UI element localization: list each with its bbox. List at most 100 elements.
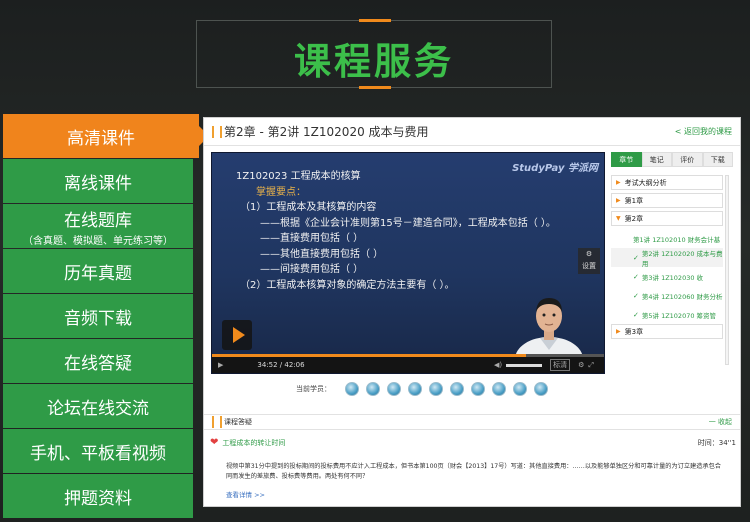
tab-chapters[interactable]: 章节 xyxy=(611,152,642,167)
sidebar-item-past-exams[interactable]: 历年真题 xyxy=(3,249,193,293)
chapter-label: 第1章 xyxy=(624,196,644,205)
section-marker xyxy=(212,416,214,428)
chapter-item[interactable]: ▼ 第2章 xyxy=(611,211,723,226)
learner-avatar[interactable] xyxy=(429,382,443,396)
lesson-item[interactable]: ✓ 第5讲 1Z102070 筹资管 xyxy=(611,305,723,324)
collapse-button[interactable]: 一 收起 xyxy=(709,417,732,427)
video-player[interactable]: StudyPay 学派网 1Z102023 工程成本的核算 掌握要点： （1）工… xyxy=(211,152,605,374)
sidebar-item-online-qa[interactable]: 在线答疑 xyxy=(3,339,193,383)
lesson-item[interactable]: ✓ 第3讲 1Z102030 收 xyxy=(611,267,723,286)
slide-line: ——间接费用包括（ ） xyxy=(260,264,364,275)
chapter-item[interactable]: ▶ 第3章 xyxy=(611,324,723,339)
slide-content: 1Z102023 工程成本的核算 掌握要点： （1）工程成本及其核算的内容 ——… xyxy=(236,169,556,293)
sidebar-item-label: 论坛在线交流 xyxy=(47,398,149,419)
chapter-item[interactable]: ▶ 第1章 xyxy=(611,193,723,208)
lesson-item[interactable]: ✓ 第4讲 1Z102060 财务分析 xyxy=(611,286,723,305)
play-icon xyxy=(232,327,245,343)
section-marker xyxy=(220,416,222,428)
qa-header: 课程答疑 一 收起 xyxy=(204,414,740,430)
sidebar-item-hd-courseware[interactable]: 高清课件 xyxy=(3,114,209,158)
progress-fill xyxy=(212,354,526,357)
learner-avatar[interactable] xyxy=(408,382,422,396)
expand-arrow-icon: ▶ xyxy=(616,197,621,204)
play-small-icon[interactable]: ▶ xyxy=(218,361,223,369)
expand-arrow-icon: ▶ xyxy=(616,328,621,335)
sidebar-item-label: 在线题库 xyxy=(64,210,132,231)
check-icon: ✓ xyxy=(633,272,639,281)
heart-icon: ❤ xyxy=(210,437,219,448)
section-marker xyxy=(220,125,222,138)
check-icon: ✓ xyxy=(633,291,639,300)
sidebar-item-label: 历年真题 xyxy=(64,263,132,284)
learner-avatar[interactable] xyxy=(450,382,464,396)
player-controls: ▶ 34:52 / 42:06 ◀) 标清 ⚙⤢ xyxy=(212,354,604,373)
learner-avatar[interactable] xyxy=(492,382,506,396)
sidebar-item-forum[interactable]: 论坛在线交流 xyxy=(3,384,193,428)
learner-avatar[interactable] xyxy=(366,382,380,396)
expand-arrow-icon: ▶ xyxy=(616,179,621,186)
chapter-label: 第3章 xyxy=(624,327,644,336)
volume-slider[interactable] xyxy=(506,363,543,367)
current-learners: 当前学员： xyxy=(296,382,548,396)
learner-avatar[interactable] xyxy=(513,382,527,396)
chapter-item[interactable]: ▶ 考试大纲分析 xyxy=(611,175,723,190)
learner-avatar[interactable] xyxy=(387,382,401,396)
sidebar-item-label: 离线课件 xyxy=(64,173,132,194)
check-icon: ✓ xyxy=(633,253,639,262)
learner-avatar[interactable] xyxy=(345,382,359,396)
lecturer-image xyxy=(515,298,583,359)
sidebar: 高清课件 离线课件 在线题库 （含真题、模拟题、单元练习等） 历年真题 音频下载… xyxy=(3,114,209,519)
settings-label: 设置 xyxy=(582,262,596,270)
time-current: 34:52 xyxy=(257,361,278,369)
lesson-item[interactable]: ✓ 第2讲 1Z102020 成本与费用 xyxy=(611,248,723,268)
qa-question-body: 视频中第31分中提到的投标期间的投标费用不应计入工程成本，但书本第100页（财会… xyxy=(226,463,721,480)
quality-selector[interactable]: 标清 xyxy=(550,359,571,371)
view-details-link[interactable]: 查看详情 >> xyxy=(226,489,265,499)
chapter-scrollbar[interactable] xyxy=(725,175,729,365)
panel-header: 第2章 - 第2讲 1Z102020 成本与费用 < 返回我的课程 xyxy=(204,118,740,146)
video-screen[interactable]: StudyPay 学派网 1Z102023 工程成本的核算 掌握要点： （1）工… xyxy=(212,153,604,359)
volume-control[interactable]: ◀) xyxy=(494,361,543,369)
sidebar-item-label: 音频下载 xyxy=(64,308,132,329)
check-icon: ✓ xyxy=(633,310,639,319)
course-panel: 第2章 - 第2讲 1Z102020 成本与费用 < 返回我的课程 StudyP… xyxy=(203,117,741,507)
lesson-label: 第3讲 1Z102030 收 xyxy=(641,273,704,282)
sidebar-item-mobile-video[interactable]: 手机、平板看视频 xyxy=(3,429,193,473)
lesson-label: 第5讲 1Z102070 筹资管 xyxy=(641,311,717,320)
chapter-list: ▶ 考试大纲分析 ▶ 第1章 ▼ 第2章 第1讲 1Z102010 财务会计基 ✓ 第2… xyxy=(611,175,723,342)
time-total: 42:06 xyxy=(284,361,305,369)
lesson-label: 第1讲 1Z102010 财务会计基 xyxy=(633,235,721,244)
learner-avatar[interactable] xyxy=(471,382,485,396)
play-button[interactable] xyxy=(222,320,252,350)
qa-question-title[interactable]: 工程成本的转让时间 xyxy=(222,438,285,448)
tab-reviews[interactable]: 评价 xyxy=(672,152,703,167)
sidebar-item-offline-courseware[interactable]: 离线课件 xyxy=(3,159,193,203)
progress-bar[interactable] xyxy=(212,354,604,357)
header-box: 课程服务 xyxy=(196,19,552,89)
expand-arrow-icon: ▼ xyxy=(616,215,621,222)
sidebar-item-audio-download[interactable]: 音频下载 xyxy=(3,294,193,338)
qa-question-row: ❤ 工程成本的转让时间 时间：34''1 xyxy=(210,437,736,448)
slide-line: ——其他直接费用包括（ ） xyxy=(260,248,384,260)
qa-time: 时间：34''1 xyxy=(697,438,736,447)
chapter-label: 考试大纲分析 xyxy=(624,178,667,187)
time-display: 34:52 / 42:06 xyxy=(257,361,305,369)
slide-highlight: 掌握要点： xyxy=(256,186,306,198)
tab-notes[interactable]: 笔记 xyxy=(641,152,672,167)
sidebar-item-label: 手机、平板看视频 xyxy=(30,443,166,464)
tab-downloads[interactable]: 下载 xyxy=(702,152,733,167)
sidebar-item-online-question-bank[interactable]: 在线题库 （含真题、模拟题、单元练习等） xyxy=(3,204,193,248)
player-extra-icons[interactable]: ⚙⤢ xyxy=(578,361,598,370)
chapter-label: 第2章 xyxy=(624,214,644,223)
learner-avatars xyxy=(345,382,548,396)
slide-line: ——直接费用包括（ ） xyxy=(260,233,364,244)
lesson-item[interactable]: 第1讲 1Z102010 财务会计基 xyxy=(611,229,723,248)
gear-icon: ⚙ xyxy=(585,250,593,258)
settings-button[interactable]: ⚙ 设置 xyxy=(578,248,600,274)
learner-avatar[interactable] xyxy=(534,382,548,396)
side-tabs: 章节 笔记 评价 下载 xyxy=(611,152,733,167)
sidebar-item-exam-materials[interactable]: 押题资料 xyxy=(3,474,193,518)
back-to-courses-link[interactable]: < 返回我的课程 xyxy=(675,126,732,137)
slide-line: ——根据《企业会计准则第15号－建造合同》，工程成本包括（ ）。 xyxy=(260,217,556,229)
section-marker xyxy=(212,125,214,138)
